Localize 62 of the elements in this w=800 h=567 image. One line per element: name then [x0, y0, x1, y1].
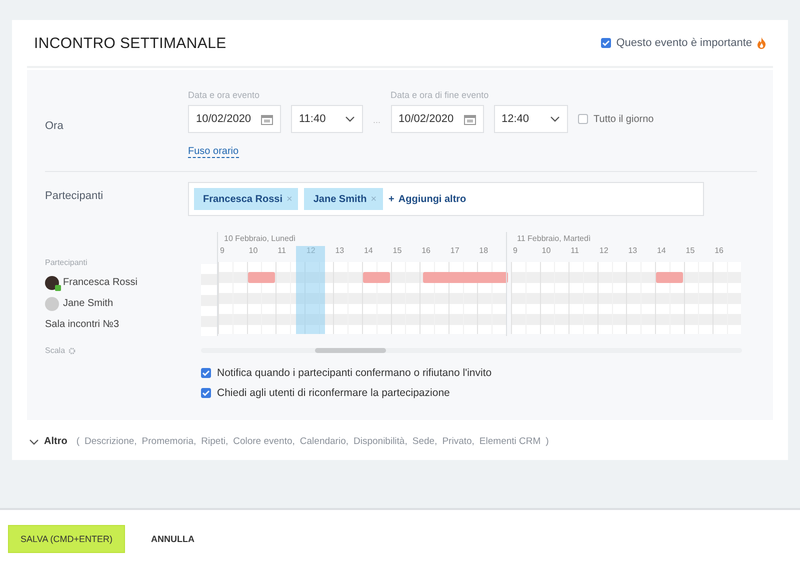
- add-participant-link[interactable]: + Aggiungi altro: [388, 194, 466, 204]
- participant-name: Jane Smith: [63, 298, 114, 309]
- chevron-down-icon: [29, 438, 39, 444]
- scale-label: Scala: [45, 346, 66, 355]
- hour-label: 16: [714, 246, 724, 257]
- hour-label: 10: [248, 246, 259, 257]
- dialog-title: INCONTRO SETTIMANALE: [34, 34, 226, 52]
- field-label: Partecipanti: [45, 189, 104, 204]
- hour-label: 9: [219, 246, 226, 257]
- checkbox-label: Tutto il giorno: [594, 114, 654, 124]
- participant-name: Francesca Rossi: [63, 277, 138, 288]
- busy-block: [363, 272, 390, 283]
- field-caption: Data e ora di fine evento: [390, 90, 490, 100]
- hour-label: 13: [334, 246, 346, 257]
- hour-label: 9: [512, 246, 518, 257]
- participants-field[interactable]: Francesca Rossi × Jane Smith × + Aggiungi altro: [188, 182, 704, 216]
- checkbox[interactable]: [201, 368, 211, 378]
- participant-tag[interactable]: Jane Smith ×: [304, 188, 383, 210]
- participant-name: Sala incontri №3: [45, 319, 120, 330]
- timezone-link[interactable]: Fuso orario: [188, 146, 239, 158]
- busy-block: [248, 272, 275, 283]
- day-title: 11 Febbraio, Martedì: [516, 233, 592, 245]
- chevron-down-icon: [550, 116, 560, 122]
- range-separator: ...: [373, 115, 381, 127]
- checkbox-label: Chiedi agli utenti di riconfermare la partecipazione: [217, 387, 450, 399]
- flame-icon: [757, 37, 766, 49]
- hour-label: 11: [570, 246, 580, 257]
- hour-label: 15: [684, 246, 696, 257]
- calendar-icon[interactable]: [261, 114, 273, 124]
- paren: (: [76, 436, 80, 447]
- save-button[interactable]: SALVA (CMD+ENTER): [8, 524, 125, 552]
- checkbox-label: Notifica quando i partecipanti confermano o rifiutano l'invito: [217, 367, 492, 379]
- hour-label: 11: [276, 246, 287, 257]
- cancel-button[interactable]: ANNULLA: [145, 532, 200, 544]
- hour-label: 12: [598, 246, 610, 257]
- checkbox[interactable]: [201, 388, 211, 398]
- hour-label: 16: [420, 246, 432, 257]
- calendar-icon[interactable]: [464, 114, 476, 124]
- hour-label: 15: [392, 246, 403, 257]
- time-select[interactable]: 12:40: [494, 105, 568, 133]
- day-title: 10 Febbraio, Lunedì: [223, 233, 297, 245]
- paren: ): [546, 436, 549, 447]
- time-select[interactable]: 11:40: [291, 105, 363, 133]
- hour-label: 14: [362, 246, 374, 257]
- settings-icon[interactable]: [68, 346, 76, 354]
- checkbox[interactable]: [578, 114, 588, 124]
- hour-label: 13: [627, 246, 638, 257]
- more-toggle[interactable]: Altro: [44, 436, 68, 447]
- hour-label: 17: [449, 246, 460, 257]
- busy-block: [656, 272, 683, 283]
- checkbox-label: Questo evento è importante: [616, 37, 752, 49]
- column-heading: Partecipanti: [45, 258, 88, 269]
- date-field[interactable]: 10/02/2020: [188, 105, 281, 133]
- hour-label: 14: [656, 246, 667, 257]
- chevron-down-icon: [345, 116, 355, 122]
- field-label: Ora: [45, 119, 64, 134]
- hour-label: 10: [540, 246, 552, 257]
- participant-tag[interactable]: Francesca Rossi ×: [194, 188, 298, 210]
- field-caption: Data e ora evento: [188, 90, 261, 100]
- hour-label: 18: [478, 246, 490, 257]
- checkbox[interactable]: [601, 38, 612, 48]
- date-field[interactable]: 10/02/2020: [390, 105, 484, 133]
